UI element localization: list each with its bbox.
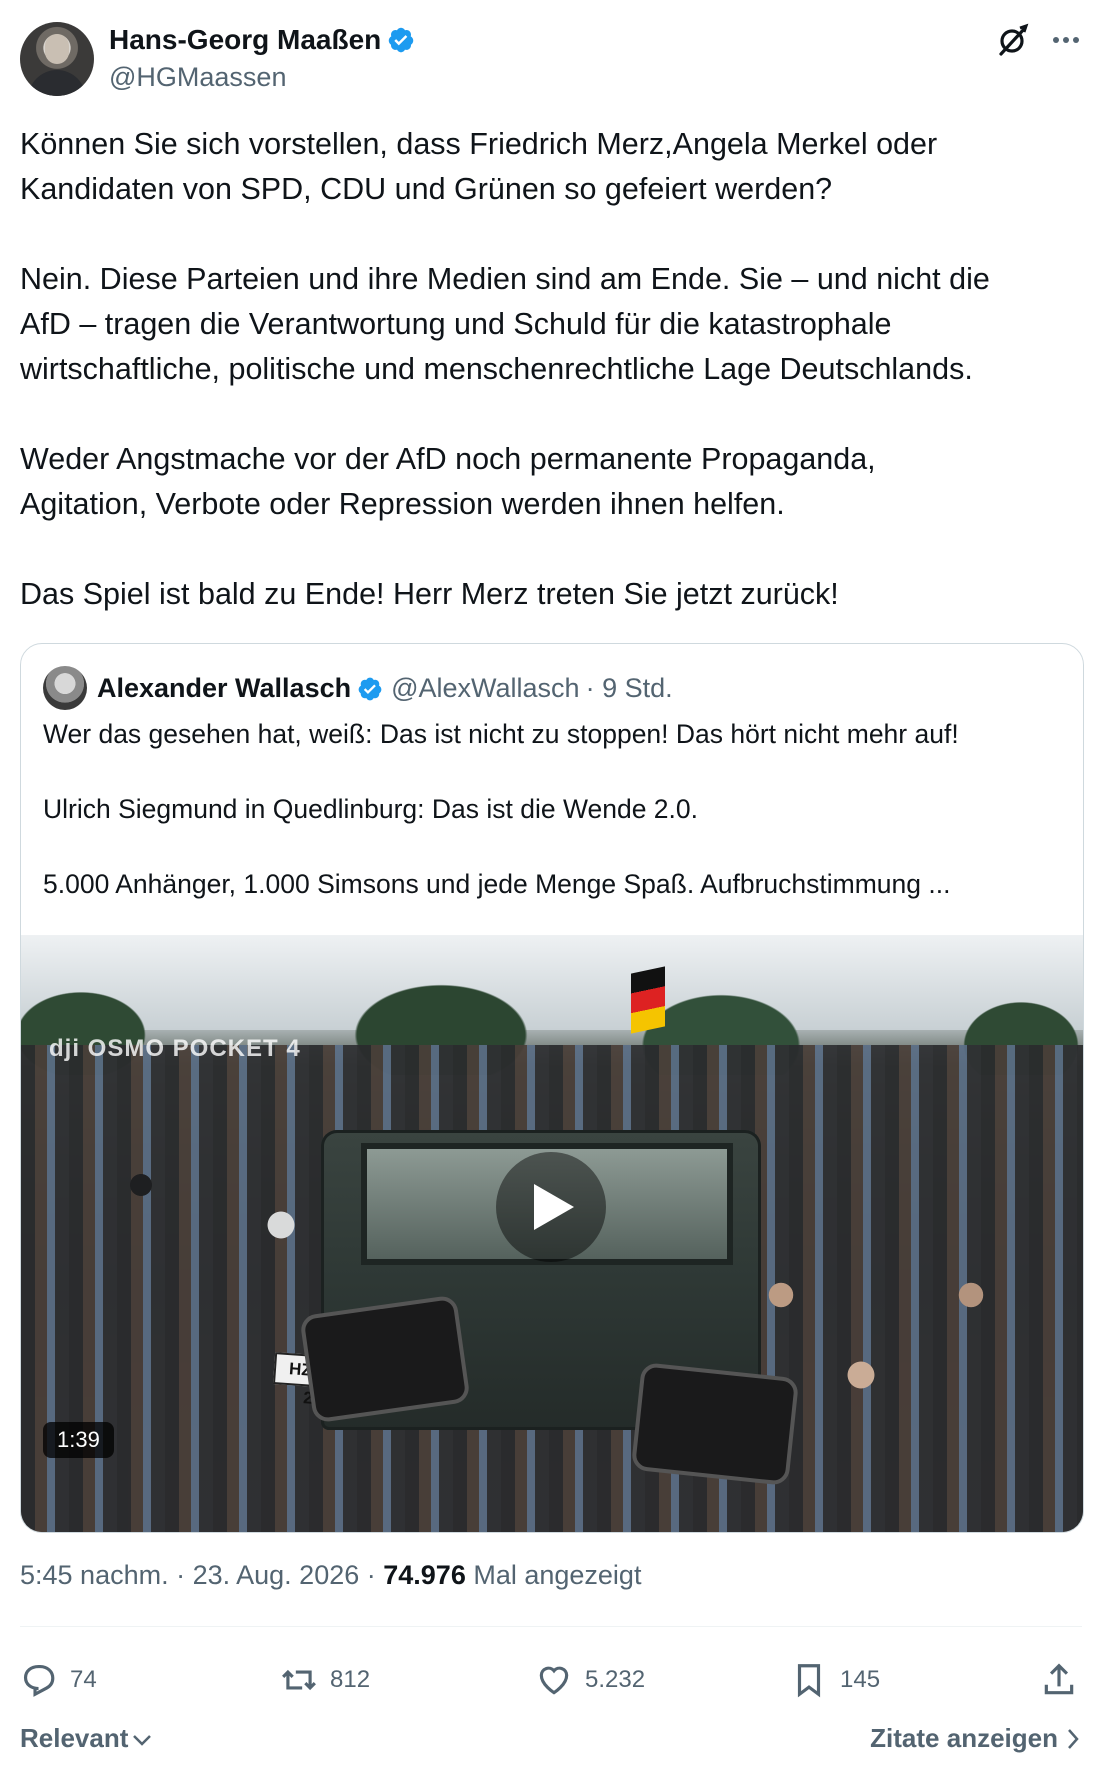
bookmark-count: 145 bbox=[840, 1666, 881, 1693]
quote-author-name[interactable]: Alexander Wallasch bbox=[97, 673, 351, 703]
sort-label: Relevant bbox=[20, 1723, 129, 1753]
quote-timestamp[interactable]: · 9 Std. bbox=[586, 673, 673, 703]
video-duration: 1:39 bbox=[43, 1422, 114, 1458]
view-quotes-link[interactable]: Zitate anzeigen bbox=[870, 1718, 1080, 1758]
bookmark-icon bbox=[797, 1664, 821, 1698]
reply-count: 74 bbox=[70, 1666, 97, 1693]
divider bbox=[20, 1626, 1082, 1627]
view-count: 74.976 bbox=[383, 1560, 466, 1590]
repost-count: 812 bbox=[330, 1666, 371, 1693]
video-watermark: dji OSMO POCKET 4 bbox=[49, 1035, 301, 1062]
chevron-down-icon bbox=[133, 1735, 152, 1746]
chevron-right-icon bbox=[1068, 1729, 1079, 1749]
author-name-text[interactable]: Hans-Georg Maaßen bbox=[109, 24, 381, 55]
video-player[interactable]: HZ-GU 2H dji OSMO POCKET 4 1:39 bbox=[21, 935, 1083, 1532]
tweet-text: Können Sie sich vorstellen, dass Friedri… bbox=[20, 127, 990, 611]
quote-text: Wer das gesehen hat, weiß: Das ist nicht… bbox=[43, 719, 959, 899]
like-button[interactable]: 5.232 bbox=[535, 1655, 645, 1705]
repost-icon bbox=[282, 1669, 316, 1691]
tweet-meta: 5:45 nachm. · 23. Aug. 2026 · 74.976 Mal… bbox=[20, 1555, 641, 1595]
author-handle[interactable]: @HGMaassen bbox=[109, 60, 286, 94]
sort-dropdown[interactable]: Relevant bbox=[20, 1718, 152, 1758]
meta-separator: · bbox=[359, 1560, 384, 1590]
tweet-time[interactable]: 5:45 nachm. bbox=[20, 1560, 169, 1590]
meta-separator: · bbox=[168, 1560, 193, 1590]
phone-in-hand bbox=[630, 1362, 800, 1486]
quoted-tweet[interactable]: Alexander Wallasch @AlexWallasch · 9 Std. … bbox=[20, 643, 1084, 1533]
quote-author-handle[interactable]: @AlexWallasch bbox=[391, 673, 579, 703]
repost-button[interactable]: 812 bbox=[280, 1655, 370, 1705]
tweet-date[interactable]: 23. Aug. 2026 bbox=[193, 1560, 360, 1590]
more-icon[interactable] bbox=[1046, 20, 1086, 60]
grok-icon[interactable] bbox=[994, 20, 1034, 60]
phone-in-hand bbox=[299, 1294, 471, 1424]
reply-button[interactable]: 74 bbox=[20, 1655, 97, 1705]
verified-badge-icon bbox=[389, 27, 414, 53]
quote-verified-badge-icon bbox=[358, 677, 382, 701]
author-avatar[interactable] bbox=[20, 22, 94, 96]
reply-icon bbox=[23, 1664, 55, 1697]
like-count: 5.232 bbox=[585, 1666, 646, 1693]
german-flag bbox=[631, 966, 665, 1034]
share-button[interactable] bbox=[1040, 1655, 1090, 1705]
view-quotes-label: Zitate anzeigen bbox=[870, 1723, 1058, 1753]
quote-author-avatar[interactable] bbox=[43, 666, 87, 710]
quote-author-line[interactable]: Alexander Wallasch @AlexWallasch · 9 Std. bbox=[97, 668, 673, 708]
share-icon bbox=[1044, 1663, 1074, 1695]
author-name[interactable]: Hans-Georg Maaßen bbox=[109, 22, 415, 58]
heart-icon bbox=[539, 1666, 569, 1695]
bookmark-button[interactable]: 145 bbox=[790, 1655, 880, 1705]
play-button[interactable] bbox=[496, 1152, 606, 1262]
views-label: Mal angezeigt bbox=[465, 1560, 642, 1590]
play-icon bbox=[534, 1184, 574, 1230]
